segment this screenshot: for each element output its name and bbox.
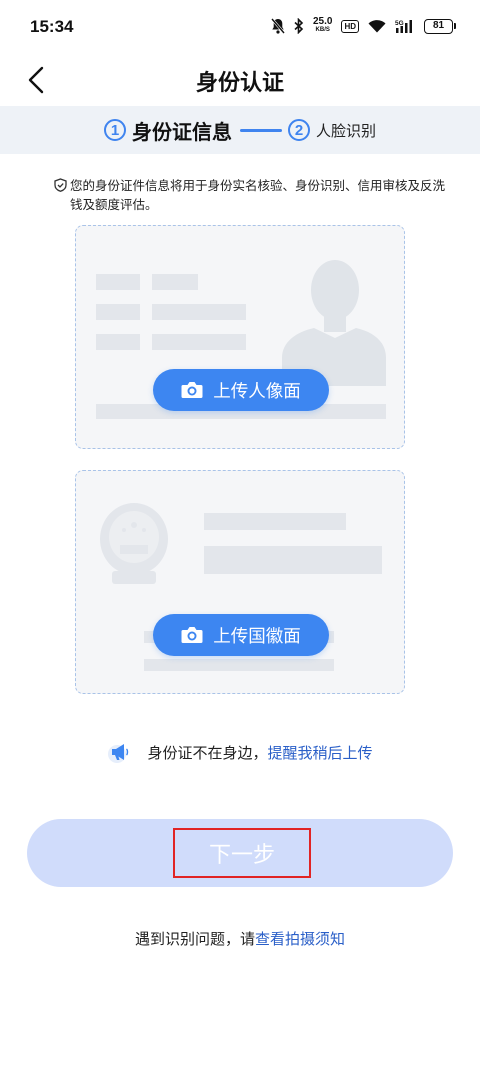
step-id-info: 1 身份证信息 [103,116,232,145]
placeholder-line [152,274,198,290]
placeholder-line [152,304,246,320]
step-face-recognition: 2 人脸识别 [287,119,376,141]
megaphone-icon [107,740,133,764]
placeholder-line [144,659,334,671]
shooting-guide-link[interactable]: 查看拍摄须知 [255,930,345,948]
step-number: 2 [287,119,310,141]
remind-later-link[interactable]: 提醒我稍后上传 [268,742,373,763]
portrait-silhouette-icon [282,260,386,386]
id-card-back-upload[interactable]: 上传国徽面 [75,470,405,694]
page-title: 身份认证 [195,71,284,96]
notice-text: 您的身份证件信息将用于身份实名核验、身份识别、信用审核及反洗钱及额度评估。 [70,178,446,212]
wifi-icon [368,19,386,33]
step-number: 1 [103,119,126,141]
placeholder-line [204,546,382,574]
privacy-notice: 您的身份证件信息将用于身份实名核验、身份识别、信用审核及反洗钱及额度评估。 [54,176,454,214]
upload-portrait-label: 上传人像面 [213,381,301,402]
placeholder-line [96,274,140,290]
reminder-text: 身份证不在身边， [147,743,268,762]
svg-text:5G: 5G [395,20,404,27]
camera-icon [181,381,203,399]
id-card-front-upload[interactable]: 上传人像面 [75,225,405,449]
step-indicator: 1 身份证信息 2 人脸识别 [0,106,480,154]
status-time: 15:34 [30,17,74,36]
battery-indicator: 81 [424,18,456,34]
status-icons: 25.0 KB/S HD 5G 81 [270,16,456,34]
help-text: 遇到识别问题，请查看拍摄须知 [0,928,480,949]
upload-later-reminder: 身份证不在身边， 提醒我稍后上传 [0,740,480,764]
signal-5g-icon: 5G [395,19,415,34]
step-label: 人脸识别 [315,121,376,140]
network-speed: 25.0 KB/S [312,16,333,34]
next-step-button[interactable]: 下一步 [27,819,453,887]
nav-bar: 身份认证 [0,56,480,106]
national-emblem-icon [100,503,168,584]
shield-check-icon [54,178,67,197]
upload-emblem-label: 上传国徽面 [213,626,301,647]
placeholder-line [204,513,346,530]
camera-icon [181,626,203,644]
upload-portrait-button[interactable]: 上传人像面 [153,369,329,411]
next-step-label: 下一步 [173,828,311,878]
hd-badge: HD [341,19,359,33]
status-bar: 15:34 25.0 KB/S HD 5G 81 [0,0,480,56]
upload-emblem-button[interactable]: 上传国徽面 [153,614,329,656]
placeholder-line [96,334,140,350]
step-connector [239,128,282,132]
placeholder-line [152,334,246,350]
mute-bell-icon [270,18,285,34]
help-prefix: 遇到识别问题，请 [134,930,255,948]
placeholder-line [96,304,140,320]
step-label: 身份证信息 [131,119,232,144]
bluetooth-icon [294,18,304,34]
